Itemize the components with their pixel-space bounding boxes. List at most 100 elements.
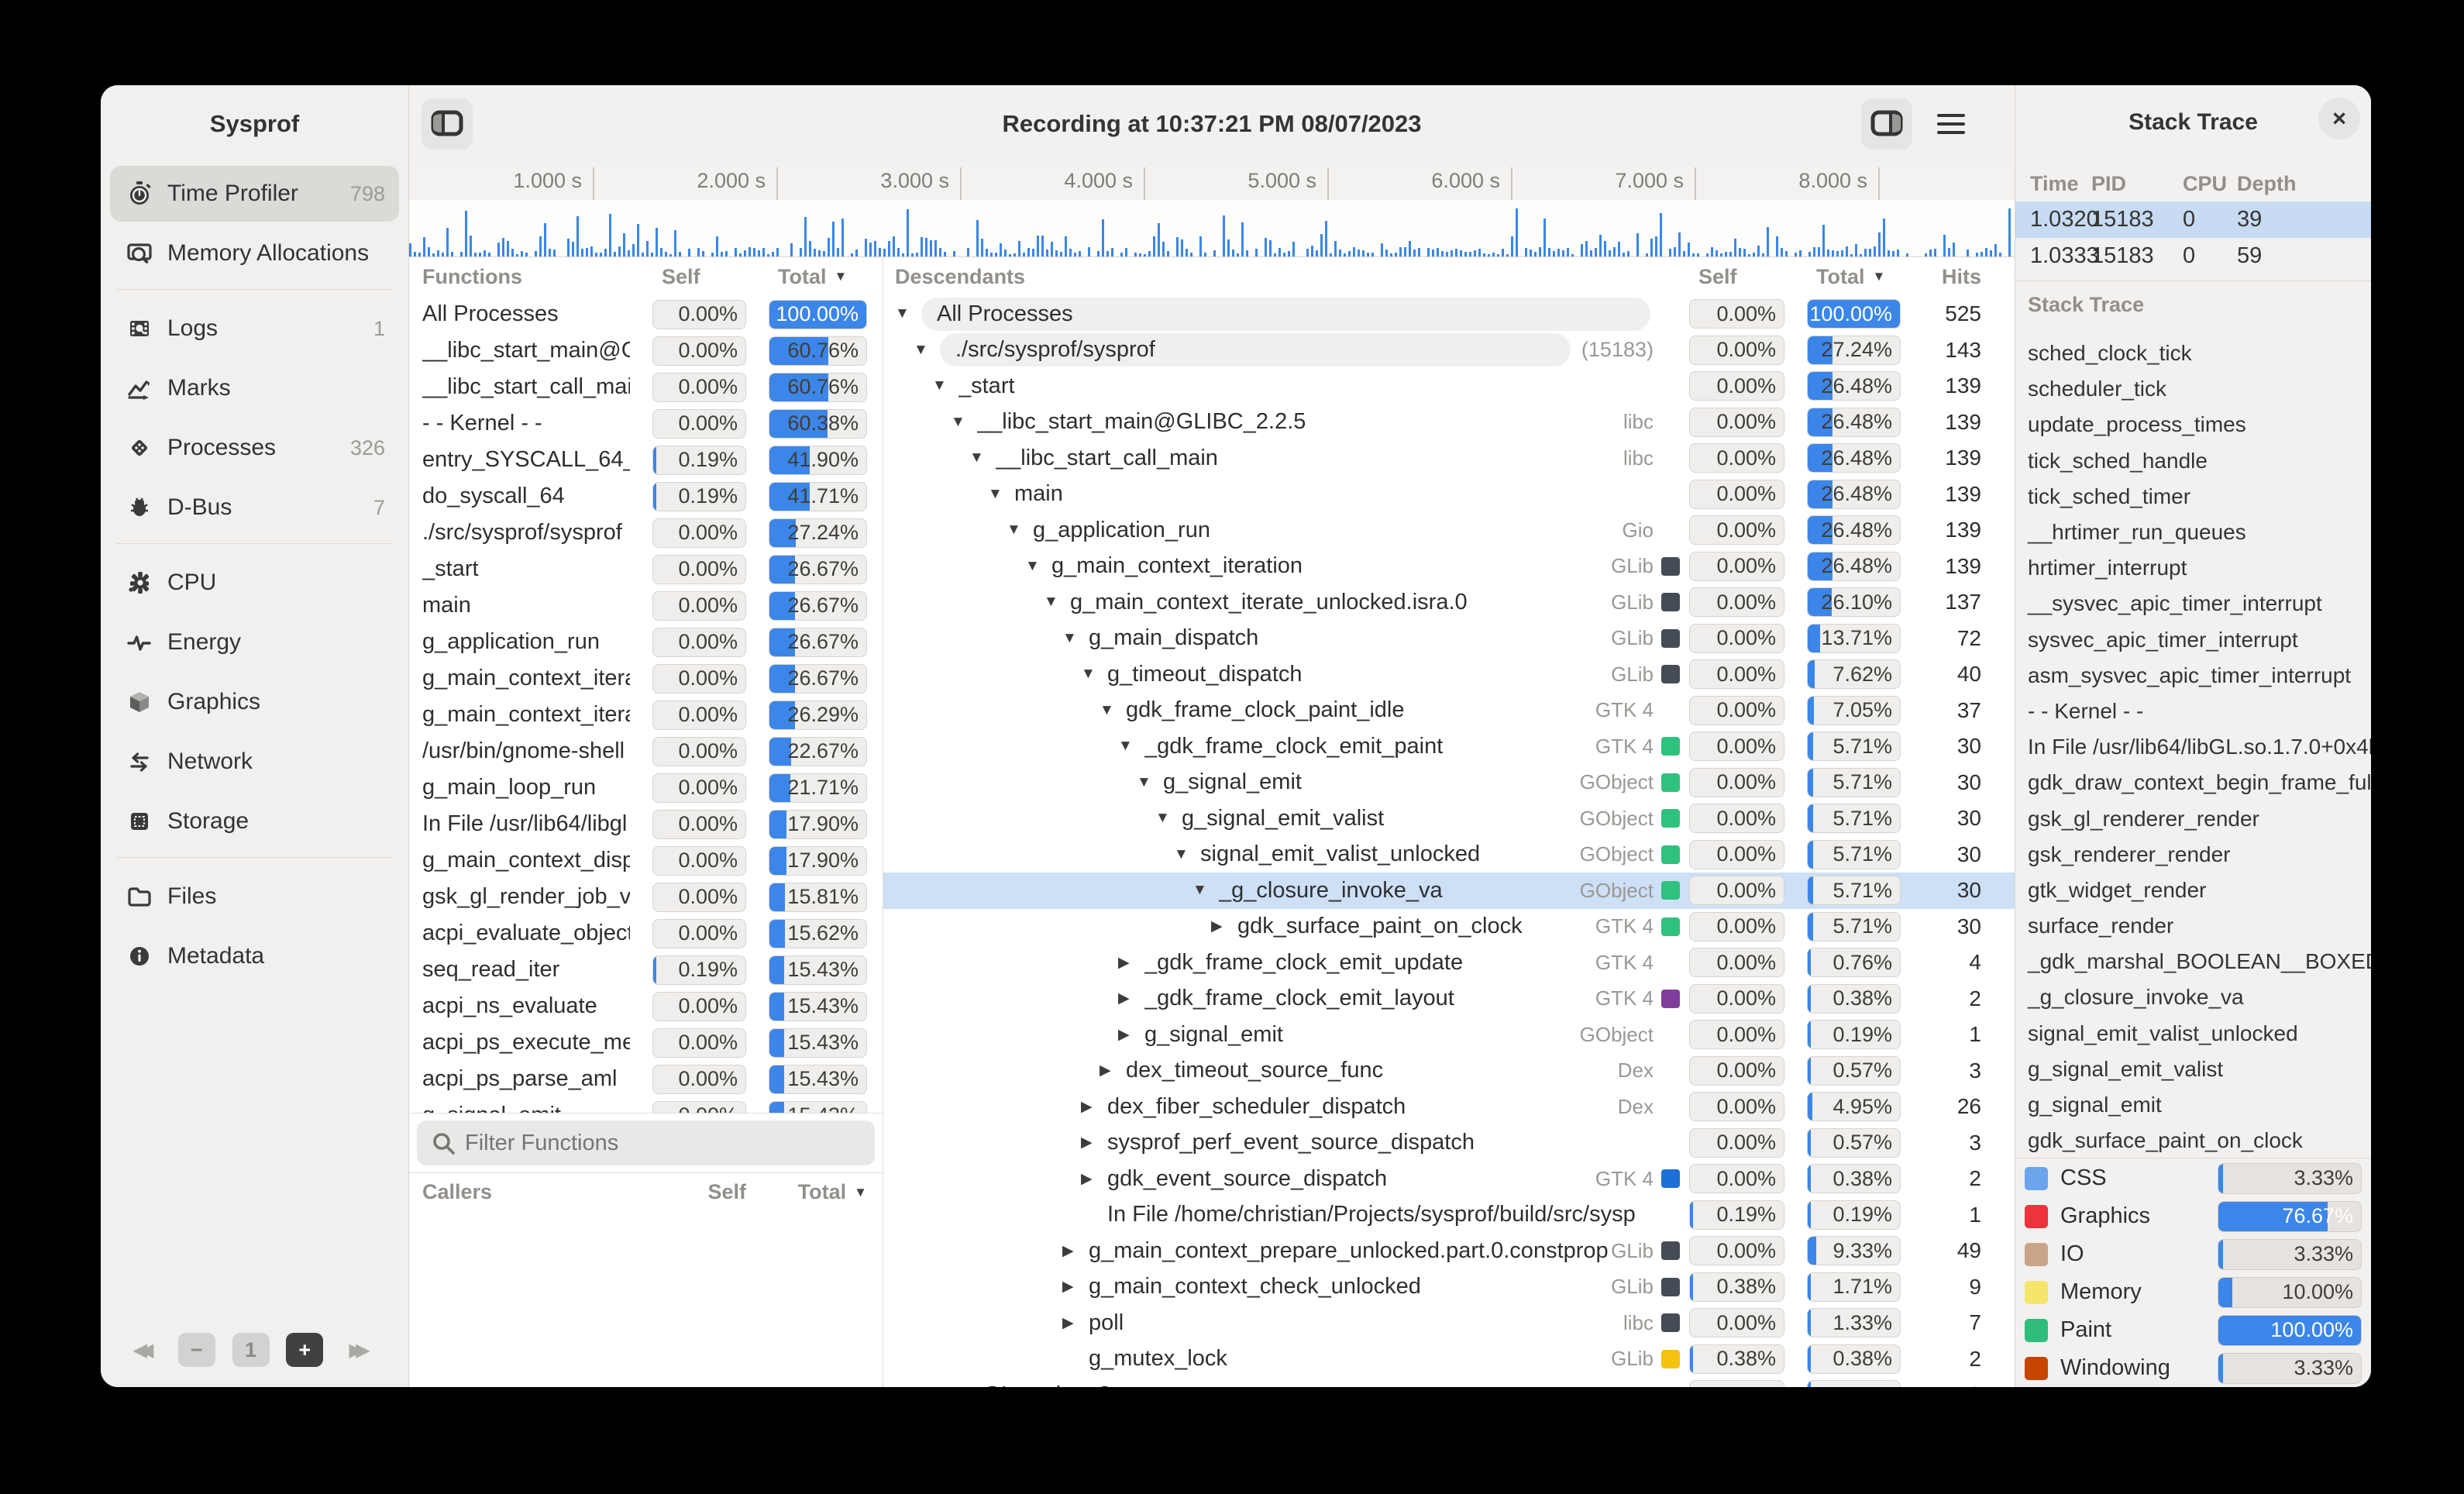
descendant-row[interactable]: ▶dex_fiber_scheduler_dispatchDex0.00%4.9… bbox=[883, 1089, 2015, 1125]
function-row[interactable]: gsk_gl_render_job_vi0.00%15.81% bbox=[409, 879, 883, 915]
function-row[interactable]: g_main_context_itera0.00%26.67% bbox=[409, 660, 883, 697]
stack-frame-row[interactable]: __hrtimer_run_queues bbox=[2015, 515, 2371, 550]
function-row[interactable]: /usr/bin/gnome-shell0.00%22.67% bbox=[409, 733, 883, 769]
descendant-row[interactable]: ▼g_main_context_iterate_unlocked.isra.0G… bbox=[883, 584, 2015, 621]
descendant-row[interactable]: ▼signal_emit_valist_unlockedGObject0.00%… bbox=[883, 837, 2015, 873]
descendant-row[interactable]: In File /home/christian/Projects/sysprof… bbox=[883, 1197, 2015, 1234]
sidebar-item-storage[interactable]: Storage bbox=[110, 793, 399, 849]
function-row[interactable]: In File /usr/lib64/libgl0.00%17.90% bbox=[409, 806, 883, 842]
close-panel-button[interactable]: × bbox=[2318, 98, 2360, 139]
chevron-expanded-icon[interactable]: ▼ bbox=[1137, 774, 1163, 791]
function-row[interactable]: - - Kernel - -0.00%60.38% bbox=[409, 405, 883, 442]
descendant-row[interactable]: ▶_gdk_frame_clock_emit_updateGTK 40.00%0… bbox=[883, 945, 2015, 981]
stack-frame-row[interactable]: surface_render bbox=[2015, 908, 2371, 944]
function-row[interactable]: main0.00%26.67% bbox=[409, 587, 883, 624]
function-row[interactable]: acpi_ps_parse_aml0.00%15.43% bbox=[409, 1061, 883, 1097]
sidebar-item-cpu[interactable]: CPU bbox=[110, 555, 399, 611]
descendant-row[interactable]: ▶__GI___clone3libc0.00%0.38%2 bbox=[883, 1377, 2015, 1387]
timeline-ruler[interactable]: 1.000 s2.000 s3.000 s4.000 s5.000 s6.000… bbox=[409, 163, 2015, 200]
sidebar-item-marks[interactable]: Marks bbox=[110, 360, 399, 416]
sidebar-item-graphics[interactable]: Graphics bbox=[110, 674, 399, 730]
descendant-row[interactable]: ▼g_application_runGio0.00%26.48%139 bbox=[883, 512, 2015, 549]
chevron-expanded-icon[interactable]: ▼ bbox=[1044, 594, 1070, 611]
chevron-expanded-icon[interactable]: ▼ bbox=[951, 414, 977, 431]
descendant-row[interactable]: ▶g_signal_emitGObject0.00%0.19%1 bbox=[883, 1017, 2015, 1053]
sample-row[interactable]: 1.033315183059 bbox=[2015, 238, 2371, 274]
descendant-row[interactable]: ▶polllibc0.00%1.33%7 bbox=[883, 1305, 2015, 1341]
stack-frame-row[interactable]: gdk_surface_paint_on_clock bbox=[2015, 1123, 2371, 1158]
descendant-row[interactable]: ▶g_main_context_check_unlockedGLib0.38%1… bbox=[883, 1269, 2015, 1306]
chevron-expanded-icon[interactable]: ▼ bbox=[895, 305, 921, 322]
column-callers[interactable]: Callers bbox=[422, 1180, 630, 1204]
descendant-row[interactable]: ▼g_timeout_dispatchGLib0.00%7.62%40 bbox=[883, 656, 2015, 693]
descendant-row[interactable]: ▼_g_closure_invoke_vaGObject0.00%5.71%30 bbox=[883, 873, 2015, 909]
stack-frame-row[interactable]: g_signal_emit bbox=[2015, 1087, 2371, 1123]
stack-frame-row[interactable]: _g_closure_invoke_va bbox=[2015, 979, 2371, 1015]
function-row[interactable]: __libc_start_main@G0.00%60.76% bbox=[409, 332, 883, 369]
chevron-expanded-icon[interactable]: ▼ bbox=[1192, 882, 1219, 899]
sidebar-item-metadata[interactable]: Metadata bbox=[110, 928, 399, 984]
function-row[interactable]: seq_read_iter0.19%15.43% bbox=[409, 952, 883, 988]
column-self[interactable]: Self bbox=[652, 1180, 746, 1204]
column-total[interactable]: Total▼ bbox=[769, 1180, 867, 1204]
function-row[interactable]: entry_SYSCALL_64_a0.19%41.90% bbox=[409, 442, 883, 478]
sidebar-item-energy[interactable]: Energy bbox=[110, 614, 399, 670]
function-row[interactable]: ./src/sysprof/sysprof0.00%27.24% bbox=[409, 515, 883, 551]
stack-frame-row[interactable]: In File /usr/lib64/libGL.so.1.7.0+0x4b bbox=[2015, 729, 2371, 765]
sidebar-item-network[interactable]: Network bbox=[110, 734, 399, 790]
fast-forward-button[interactable]: ▶▶ bbox=[340, 1333, 377, 1367]
chevron-expanded-icon[interactable]: ▼ bbox=[969, 449, 996, 466]
chevron-expanded-icon[interactable]: ▼ bbox=[1118, 738, 1144, 755]
stack-frame-row[interactable]: gsk_gl_renderer_render bbox=[2015, 800, 2371, 836]
column-total[interactable]: Total▼ bbox=[1807, 265, 1901, 289]
function-row[interactable]: _start0.00%26.67% bbox=[409, 551, 883, 587]
stack-frame-row[interactable]: gdk_draw_context_begin_frame_full bbox=[2015, 765, 2371, 800]
descendant-row[interactable]: ▼_start0.00%26.48%139 bbox=[883, 368, 2015, 404]
function-row[interactable]: do_syscall_640.19%41.71% bbox=[409, 478, 883, 515]
stack-frame-row[interactable]: _gdk_marshal_BOOLEAN__BOXEDv bbox=[2015, 944, 2371, 979]
column-total[interactable]: Total▼ bbox=[769, 265, 867, 289]
function-row[interactable]: acpi_ps_execute_met0.00%15.43% bbox=[409, 1024, 883, 1061]
column-hits[interactable]: Hits bbox=[1916, 265, 1981, 289]
chevron-collapsed-icon[interactable]: ▶ bbox=[932, 1386, 958, 1387]
filter-functions-input[interactable] bbox=[417, 1120, 875, 1165]
stack-frame-row[interactable]: signal_emit_valist_unlocked bbox=[2015, 1016, 2371, 1052]
descendant-row[interactable]: ▶gdk_event_source_dispatchGTK 40.00%0.38… bbox=[883, 1161, 2015, 1197]
descendant-row[interactable]: g_mutex_lockGLib0.38%0.38%2 bbox=[883, 1341, 2015, 1378]
stack-frame-row[interactable]: tick_sched_timer bbox=[2015, 479, 2371, 515]
toggle-sidebar-button[interactable] bbox=[422, 98, 473, 150]
descendant-row[interactable]: ▶dex_timeout_source_funcDex0.00%0.57%3 bbox=[883, 1053, 2015, 1090]
function-row[interactable]: All Processes0.00%100.00% bbox=[409, 296, 883, 332]
chevron-collapsed-icon[interactable]: ▶ bbox=[1062, 1242, 1089, 1260]
sidebar-item-memory-allocations[interactable]: Memory Allocations bbox=[110, 225, 399, 281]
main-menu-button[interactable] bbox=[1926, 98, 1976, 150]
descendant-row[interactable]: ▼g_main_context_iterationGLib0.00%26.48%… bbox=[883, 549, 2015, 585]
descendant-row[interactable]: ▼gdk_frame_clock_paint_idleGTK 40.00%7.0… bbox=[883, 693, 2015, 729]
function-row[interactable]: g_main_context_disp0.00%17.90% bbox=[409, 842, 883, 879]
sidebar-item-logs[interactable]: Logs1 bbox=[110, 301, 399, 356]
chevron-collapsed-icon[interactable]: ▶ bbox=[1062, 1314, 1089, 1332]
chevron-expanded-icon[interactable]: ▼ bbox=[1174, 846, 1200, 863]
descendant-row[interactable]: ▼All Processes0.00%100.00%525 bbox=[883, 296, 2015, 332]
stack-frame-row[interactable]: asm_sysvec_apic_timer_interrupt bbox=[2015, 658, 2371, 694]
function-row[interactable]: g_application_run0.00%26.67% bbox=[409, 624, 883, 660]
sidebar-item-time-profiler[interactable]: Time Profiler798 bbox=[110, 166, 399, 222]
chevron-expanded-icon[interactable]: ▼ bbox=[1081, 666, 1107, 683]
zoom-level-button[interactable]: 1 bbox=[232, 1333, 270, 1367]
chevron-expanded-icon[interactable]: ▼ bbox=[1062, 630, 1089, 647]
chevron-collapsed-icon[interactable]: ▶ bbox=[1118, 990, 1144, 1007]
sidebar-item-files[interactable]: Files bbox=[110, 869, 399, 924]
descendant-row[interactable]: ▼g_main_dispatchGLib0.00%13.71%72 bbox=[883, 621, 2015, 657]
stack-frame-row[interactable]: update_process_times bbox=[2015, 407, 2371, 442]
descendant-row[interactable]: ▶_gdk_frame_clock_emit_layoutGTK 40.00%0… bbox=[883, 981, 2015, 1017]
chevron-collapsed-icon[interactable]: ▶ bbox=[1081, 1170, 1107, 1188]
descendant-row[interactable]: ▶gdk_surface_paint_on_clockGTK 40.00%5.7… bbox=[883, 909, 2015, 945]
zoom-out-button[interactable]: − bbox=[178, 1333, 215, 1367]
function-row[interactable]: g_main_context_itera0.00%26.29% bbox=[409, 697, 883, 733]
chevron-expanded-icon[interactable]: ▼ bbox=[914, 342, 940, 359]
toggle-right-panel-button[interactable] bbox=[1861, 98, 1912, 150]
chevron-collapsed-icon[interactable]: ▶ bbox=[1118, 954, 1144, 972]
column-descendants[interactable]: Descendants bbox=[895, 265, 1689, 289]
chevron-expanded-icon[interactable]: ▼ bbox=[932, 377, 958, 394]
timeline-waveform[interactable] bbox=[409, 200, 2015, 257]
